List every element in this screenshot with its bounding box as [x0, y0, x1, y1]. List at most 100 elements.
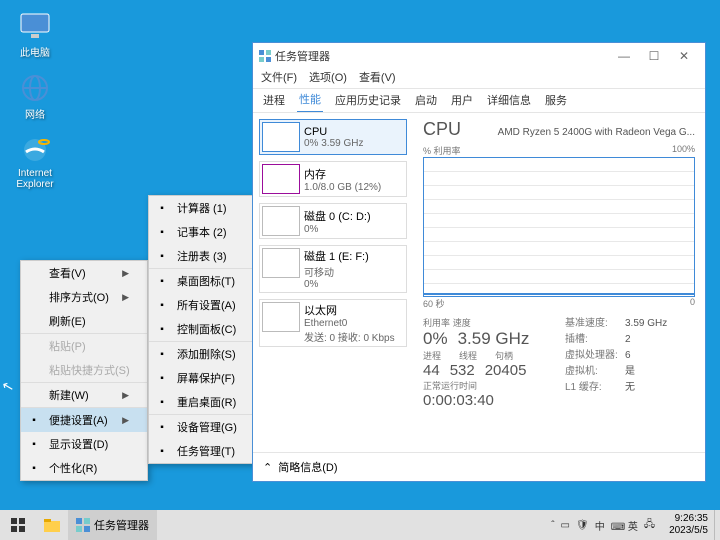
menu-item[interactable]: 查看(V) — [359, 69, 396, 88]
tab-6[interactable]: 服务 — [543, 88, 569, 112]
note-icon: ▪ — [155, 225, 169, 239]
tab-0[interactable]: 进程 — [261, 88, 287, 112]
menu-item[interactable]: 刷新(E) — [21, 309, 147, 334]
pc-icon — [19, 10, 51, 42]
menu-item[interactable]: ▪屏幕保护(F) — [149, 366, 257, 390]
tray-action-center-icon[interactable]: ▭ — [561, 520, 570, 531]
gear-icon: ▪ — [27, 413, 41, 427]
menu-item[interactable]: 查看(V)▶ — [21, 261, 147, 285]
net-icon — [19, 72, 51, 104]
menu-item[interactable]: ▪记事本 (2) — [149, 220, 257, 244]
tab-strip: 进程性能应用历史记录启动用户详细信息服务 — [253, 89, 705, 113]
menubar: 文件(F) 选项(O) 查看(V) — [253, 69, 705, 89]
perf-card-res[interactable]: 以太网Ethernet0发送: 0 接收: 0 Kbps — [259, 299, 407, 347]
minimize-button[interactable]: — — [609, 49, 639, 63]
menu-item[interactable]: ▪显示设置(D) — [21, 432, 147, 456]
desktop-icon-pc[interactable]: 此电脑 — [10, 10, 60, 59]
mini-graph — [262, 122, 300, 152]
chevron-up-icon: ⌃ — [263, 461, 272, 474]
mini-graph — [262, 248, 300, 278]
tab-4[interactable]: 用户 — [449, 88, 475, 112]
file-explorer-button[interactable] — [36, 510, 68, 540]
reg-icon: ▪ — [155, 249, 169, 263]
desktop-icon-ie[interactable]: Internet Explorer — [10, 134, 60, 190]
menu-item[interactable]: 排序方式(O)▶ — [21, 285, 147, 309]
menu-item[interactable]: ▪注册表 (3) — [149, 244, 257, 269]
cpu-model: AMD Ryzen 5 2400G with Radeon Vega G... — [498, 127, 695, 138]
perf-detail-pane: CPU AMD Ryzen 5 2400G with Radeon Vega G… — [413, 113, 705, 452]
mini-graph — [262, 164, 300, 194]
detail-title: CPU — [423, 119, 461, 140]
graph-label-tl: % 利用率 — [423, 144, 461, 157]
perf-sidebar: CPU0% 3.59 GHz 内存1.0/8.0 GB (12%) 磁盘 0 (C:… — [253, 113, 413, 452]
tray-security-icon[interactable]: 🛡 — [576, 520, 589, 531]
tab-3[interactable]: 启动 — [413, 88, 439, 112]
menu-item[interactable]: ▪设备管理(G) — [149, 415, 257, 439]
app-icon — [259, 50, 271, 62]
menu-item[interactable]: ▪个性化(R) — [21, 456, 147, 480]
gear2-icon: ▪ — [155, 298, 169, 312]
menu-item[interactable]: ▪便捷设置(A)▶ — [21, 408, 147, 432]
graph-label-bl: 60 秒 — [423, 297, 445, 310]
tray-chevron-icon[interactable]: ˆ — [551, 520, 554, 531]
ime-indicator[interactable]: 中 — [595, 518, 605, 533]
cursor-icon: ↖ — [0, 377, 16, 396]
window-titlebar[interactable]: 任务管理器 — ☐ ✕ — [253, 43, 705, 69]
pkg-icon: ▪ — [155, 347, 169, 361]
maximize-button[interactable]: ☐ — [639, 49, 669, 63]
desktop-icon-net[interactable]: 网络 — [10, 72, 60, 121]
clock[interactable]: 9:26:35 2023/5/5 — [663, 513, 714, 537]
graph-label-br: 0 — [690, 297, 695, 310]
graph-label-tr: 100% — [672, 144, 695, 157]
ime-indicator2[interactable]: ⌨ 英 — [611, 518, 638, 533]
desktop-context-menu[interactable]: 查看(V)▶排序方式(O)▶刷新(E)粘贴(P)粘贴快捷方式(S)新建(W)▶▪… — [20, 260, 148, 481]
menu-item[interactable]: ▪添加删除(S) — [149, 342, 257, 366]
tab-1[interactable]: 性能 — [297, 87, 323, 112]
menu-item[interactable]: ▪桌面图标(T) — [149, 269, 257, 293]
menu-item: 粘贴(P) — [21, 334, 147, 358]
tab-5[interactable]: 详细信息 — [485, 88, 533, 112]
cpl-icon: ▪ — [155, 322, 169, 336]
refresh-icon: ▪ — [155, 395, 169, 409]
menu-item[interactable]: 选项(O) — [309, 69, 347, 88]
perf-card-cpu[interactable]: CPU0% 3.59 GHz — [259, 119, 407, 155]
close-button[interactable]: ✕ — [669, 49, 699, 63]
menu-item[interactable]: ▪计算器 (1) — [149, 196, 257, 220]
mini-graph — [262, 302, 300, 332]
mini-graph — [262, 206, 300, 236]
menu-item: 粘贴快捷方式(S) — [21, 358, 147, 383]
taskbar-app-task-manager[interactable]: 任务管理器 — [68, 510, 157, 540]
chevron-right-icon: ▶ — [122, 390, 129, 401]
menu-item[interactable]: ▪控制面板(C) — [149, 317, 257, 342]
tab-2[interactable]: 应用历史记录 — [333, 88, 403, 112]
scr-icon: ▪ — [155, 371, 169, 385]
task-manager-window: 任务管理器 — ☐ ✕ 文件(F) 选项(O) 查看(V) 进程性能应用历史记录启动… — [252, 42, 706, 482]
chevron-right-icon: ▶ — [122, 292, 129, 303]
perf-card-res[interactable]: 磁盘 1 (E: F:)可移动0% — [259, 245, 407, 293]
chevron-right-icon: ▶ — [122, 415, 129, 426]
display-icon: ▪ — [27, 437, 41, 451]
desktop-context-submenu[interactable]: ▪计算器 (1)▪记事本 (2)▪注册表 (3)▪桌面图标(T)▪所有设置(A)… — [148, 195, 258, 464]
window-title: 任务管理器 — [275, 48, 330, 64]
tm-icon: ▪ — [155, 444, 169, 458]
menu-item[interactable]: 新建(W)▶ — [21, 383, 147, 408]
dev-icon: ▪ — [155, 420, 169, 434]
show-desktop-button[interactable] — [714, 510, 720, 540]
menu-item[interactable]: ▪任务管理(T) — [149, 439, 257, 463]
taskbar: 任务管理器 ˆ ▭ 🛡 中 ⌨ 英 🖧 9:26:35 2023/5/5 — [0, 510, 720, 540]
ie-icon — [19, 134, 51, 166]
chevron-right-icon: ▶ — [122, 268, 129, 279]
brush-icon: ▪ — [27, 461, 41, 475]
perf-card-res[interactable]: 磁盘 0 (C: D:)0% — [259, 203, 407, 239]
cpu-graph — [423, 157, 695, 297]
menu-item[interactable]: 文件(F) — [261, 69, 297, 88]
menu-item[interactable]: ▪重启桌面(R) — [149, 390, 257, 415]
tray-network-icon[interactable]: 🖧 — [644, 517, 655, 534]
start-button[interactable] — [0, 510, 36, 540]
fewer-details-button[interactable]: ⌃ 简略信息(D) — [253, 452, 705, 481]
system-tray[interactable]: ˆ ▭ 🛡 中 ⌨ 英 🖧 — [543, 517, 663, 534]
menu-item[interactable]: ▪所有设置(A) — [149, 293, 257, 317]
deskico-icon: ▪ — [155, 274, 169, 288]
perf-card-mem[interactable]: 内存1.0/8.0 GB (12%) — [259, 161, 407, 197]
calc-icon: ▪ — [155, 201, 169, 215]
